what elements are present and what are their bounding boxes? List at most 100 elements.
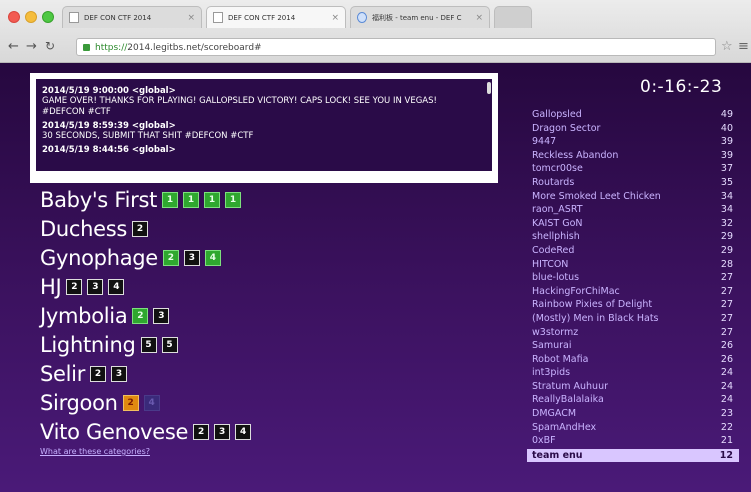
challenge-box[interactable]: 1 [183, 191, 200, 208]
challenge-box[interactable]: 5 [140, 336, 157, 353]
announcement-list[interactable]: 2014/5/19 9:00:00 <global> GAME OVER! THA… [36, 79, 488, 171]
challenge-box[interactable]: 3 [87, 278, 104, 295]
challenge-box[interactable]: 4 [204, 249, 221, 266]
what-are-categories-link[interactable]: What are these categories? [40, 447, 150, 456]
tab-label: 福利板 - team enu - DEF C [372, 13, 462, 22]
team-score: 29 [720, 231, 733, 243]
scoreboard-row: 0xBF 21 [527, 434, 739, 448]
scoreboard-row: team enu 12 [527, 448, 739, 463]
challenge-box[interactable]: 1 [225, 191, 242, 208]
team-name: Reckless Abandon [532, 149, 619, 161]
browser-chrome: DEF CON CTF 2014 × DEF CON CTF 2014 × 福利板 - … [0, 0, 751, 63]
close-tab-icon[interactable]: × [331, 13, 339, 23]
team-score: 35 [720, 176, 733, 188]
team-name: (Mostly) Men in Black Hats [532, 312, 659, 324]
challenge-box[interactable]: 2 [66, 278, 83, 295]
challenge-box[interactable]: 5 [161, 336, 178, 353]
menu-icon[interactable]: ≡ [738, 39, 749, 54]
scoreboard-row: SpamAndHex 22 [527, 421, 739, 435]
challenge-box[interactable]: 2 [122, 394, 139, 411]
scoreboard-row: Dragon Sector 40 [527, 122, 739, 136]
category-name: Gynophage [40, 245, 158, 270]
browser-tab[interactable]: DEF CON CTF 2014 × [206, 6, 346, 28]
scoreboard-row: KAIST GoN 32 [527, 217, 739, 231]
challenge-box[interactable]: 3 [111, 365, 128, 382]
challenge-box[interactable]: 2 [132, 307, 149, 324]
announcement-feed: 2014/5/19 9:00:00 <global> GAME OVER! THA… [30, 73, 498, 183]
category-row: Jymbolia 2 3 [40, 301, 256, 330]
team-name: Gallopsled [532, 109, 582, 120]
team-score: 21 [720, 435, 733, 447]
browser-tab[interactable]: DEF CON CTF 2014 × [62, 6, 202, 28]
close-tab-icon[interactable]: × [187, 13, 195, 23]
team-name: 0xBF [532, 435, 556, 447]
team-name: Samurai [532, 340, 572, 352]
forward-arrow-icon[interactable]: → [26, 39, 37, 54]
scoreboard-row: (Mostly) Men in Black Hats 27 [527, 312, 739, 326]
team-name: shellphish [532, 231, 580, 243]
team-score: 28 [720, 258, 733, 270]
tab-strip: DEF CON CTF 2014 × DEF CON CTF 2014 × 福利板 - … [62, 6, 532, 28]
team-score: 40 [720, 122, 733, 134]
challenge-box[interactable]: 4 [143, 394, 160, 411]
category-name: Duchess [40, 216, 128, 241]
team-name: blue-lotus [532, 272, 580, 284]
challenge-box[interactable]: 3 [214, 423, 231, 440]
category-row: HJ 2 3 4 [40, 272, 256, 301]
tab-label: DEF CON CTF 2014 [228, 13, 296, 22]
category-name: Selir [40, 361, 86, 386]
team-name: tomcr00se [532, 163, 583, 175]
close-tab-icon[interactable]: × [475, 13, 483, 23]
challenge-box[interactable]: 2 [162, 249, 179, 266]
close-window-button[interactable] [8, 11, 20, 23]
minimize-window-button[interactable] [25, 11, 37, 23]
challenge-box[interactable]: 1 [204, 191, 221, 208]
scoreboard-row: Routards 35 [527, 176, 739, 190]
challenge-box[interactable]: 3 [153, 307, 170, 324]
scoreboard-row: HackingForChiMac 27 [527, 285, 739, 299]
feed-scrollbar[interactable] [487, 79, 492, 171]
challenge-box[interactable]: 2 [193, 423, 210, 440]
bookmark-star-icon[interactable]: ☆ [721, 39, 733, 54]
challenge-box[interactable]: 4 [108, 278, 125, 295]
announcement-header: 2014/5/19 8:44:56 <global> [42, 145, 176, 155]
team-name: HackingForChiMac [532, 285, 620, 297]
announcement-text: 30 SECONDS, SUBMIT THAT SHIT #DEFCON #CT… [42, 131, 254, 141]
zoom-window-button[interactable] [42, 11, 54, 23]
team-score: 29 [720, 244, 733, 256]
challenge-box[interactable]: 4 [235, 423, 252, 440]
category-row: Selir 2 3 [40, 359, 256, 388]
team-score: 39 [720, 149, 733, 161]
scoreboard-row: More Smoked Leet Chicken 34 [527, 190, 739, 204]
scoreboard-row: raon_ASRT 34 [527, 203, 739, 217]
category-name: Baby's First [40, 187, 158, 212]
reload-icon[interactable]: ↻ [45, 39, 55, 53]
scoreboard-row: Samurai 26 [527, 339, 739, 353]
challenge-box[interactable]: 2 [90, 365, 107, 382]
back-arrow-icon[interactable]: ← [8, 39, 19, 54]
category-row: Lightning 5 5 [40, 330, 256, 359]
team-score: 27 [720, 272, 733, 284]
scoreboard-row: Rainbow Pixies of Delight 27 [527, 298, 739, 312]
scoreboard-row: tomcr00se 37 [527, 162, 739, 176]
team-name: SpamAndHex [532, 421, 597, 433]
team-name: HITCON [532, 258, 569, 270]
scoreboard-row: shellphish 29 [527, 230, 739, 244]
challenge-box[interactable]: 2 [132, 220, 149, 237]
category-name: Sirgoon [40, 390, 118, 415]
team-name: KAIST GoN [532, 217, 583, 229]
team-score: 32 [720, 217, 733, 229]
lock-icon [83, 44, 90, 51]
challenge-box[interactable]: 3 [183, 249, 200, 266]
team-score: 49 [720, 109, 733, 120]
browser-tab[interactable]: 福利板 - team enu - DEF C × [350, 6, 490, 28]
window-controls [8, 11, 54, 23]
category-name: HJ [40, 274, 62, 299]
scoreboard-row: w3stormz 27 [527, 326, 739, 340]
challenge-box[interactable]: 1 [162, 191, 179, 208]
team-name: Robot Mafia [532, 353, 589, 365]
address-bar[interactable]: https://2014.legitbs.net/scoreboard# [76, 38, 716, 56]
announcement-header: 2014/5/19 8:59:39 <global> [42, 121, 176, 131]
team-name: 9447 [532, 136, 557, 148]
new-tab-button[interactable] [494, 6, 532, 28]
